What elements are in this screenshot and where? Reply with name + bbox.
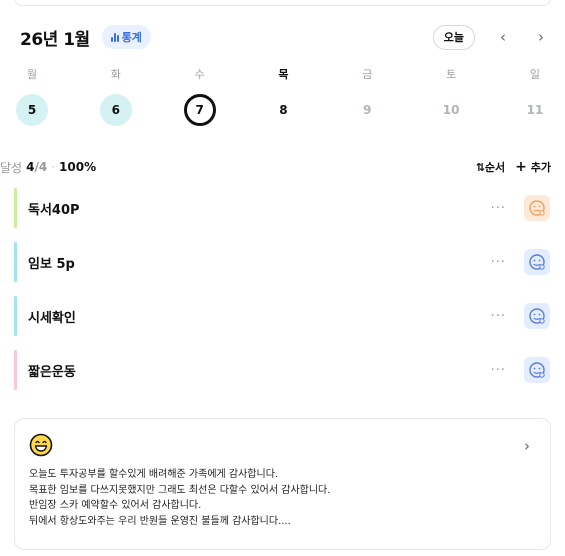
status-face-icon[interactable] <box>524 249 550 275</box>
stats-button[interactable]: 통계 <box>101 25 151 49</box>
task-list: 독서40P ··· 임보 5p ··· 시세확인 ··· 짧은운동 ··· <box>14 188 551 404</box>
separator-dot: · <box>51 160 56 174</box>
weekday-label: 화 <box>110 68 121 81</box>
sort-button[interactable]: ⇅순서 <box>476 159 505 175</box>
stats-label: 통계 <box>121 31 142 44</box>
diary-line: 반임장 스카 예약할수 있어서 감사합니다. <box>29 500 202 511</box>
weekday-label: 금 <box>362 68 373 81</box>
today-button[interactable]: 오늘 <box>432 24 475 50</box>
calendar-header: 26년 1월 통계 오늘 ‹ › <box>20 24 551 50</box>
date-row: 5 6 7 8 9 10 11 <box>12 93 555 127</box>
achievement-total: /4 <box>34 160 48 174</box>
task-color-bar <box>14 296 17 336</box>
task-name: 임보 5p <box>28 256 75 272</box>
diary-text: 오늘도 투자공부를 할수있게 배려해준 가족에게 감사합니다. 목표한 임보를 … <box>29 467 536 529</box>
more-icon[interactable]: ··· <box>491 201 506 216</box>
weekday-label: 일 <box>529 68 541 81</box>
add-button[interactable]: + 추가 <box>515 159 551 175</box>
weekday-row: 월 화 수 목 금 토 일 <box>12 66 555 82</box>
achievement-percent: 100% <box>59 160 97 174</box>
status-face-icon[interactable] <box>524 303 550 329</box>
date-cell-selected[interactable]: 7 <box>183 94 216 126</box>
diary-line: 오늘도 투자공부를 할수있게 배려해준 가족에게 감사합니다. <box>29 469 279 480</box>
task-item[interactable]: 시세확인 ··· <box>14 296 551 336</box>
achievement-done: 4 <box>26 160 35 174</box>
sort-icon: ⇅ <box>475 161 485 174</box>
sort-label: 순서 <box>484 161 506 174</box>
status-face-icon[interactable] <box>524 195 550 221</box>
chevron-right-icon[interactable]: › <box>531 28 551 46</box>
weekday-label: 수 <box>194 68 205 81</box>
task-item[interactable]: 짧은운동 ··· <box>14 350 551 390</box>
date-cell[interactable]: 10 <box>435 94 467 126</box>
more-icon[interactable]: ··· <box>491 255 506 270</box>
date-cell[interactable]: 9 <box>351 94 383 126</box>
date-cell[interactable]: 5 <box>16 94 48 126</box>
date-cell[interactable]: 11 <box>519 94 551 126</box>
task-name: 시세확인 <box>28 310 76 326</box>
task-name: 짧은운동 <box>28 364 76 380</box>
weekday-label: 월 <box>26 68 38 81</box>
add-label: 추가 <box>530 161 551 174</box>
month-title: 26년 1월 <box>20 29 90 50</box>
task-color-bar <box>14 188 17 228</box>
plus-icon: + <box>515 159 527 175</box>
more-icon[interactable]: ··· <box>491 363 506 378</box>
status-face-icon[interactable] <box>524 357 550 383</box>
date-cell[interactable]: 6 <box>99 94 132 126</box>
weekday-label: 토 <box>446 68 457 81</box>
diary-line: 목표한 임보를 다쓰지못했지만 그래도 최선은 다할수 있어서 감사합니다. <box>29 484 331 496</box>
task-name: 독서40P <box>28 202 80 218</box>
task-item[interactable]: 임보 5p ··· <box>14 242 551 282</box>
achievement-summary: 달성 4 /4 · 100% ⇅순서 + 추가 <box>0 158 551 176</box>
more-icon[interactable]: ··· <box>491 309 506 324</box>
date-cell[interactable]: 8 <box>267 94 299 126</box>
bar-chart-icon <box>110 32 119 42</box>
task-item[interactable]: 독서40P ··· <box>14 188 551 228</box>
task-color-bar <box>14 350 17 390</box>
grinning-face-icon <box>29 433 53 461</box>
gratitude-diary-card[interactable]: › 오늘도 투자공부를 할수있게 배려해준 가족에게 감사합니다. 목표한 임보… <box>14 418 551 550</box>
diary-line: 뒤에서 항상도와주는 우리 반원들 운영진 불들께 감사합니다.... <box>29 515 291 527</box>
top-card-edge <box>14 0 551 6</box>
task-color-bar <box>14 242 17 282</box>
chevron-left-icon[interactable]: ‹ <box>493 28 513 46</box>
chevron-right-icon[interactable]: › <box>524 437 530 455</box>
achievement-label: 달성 <box>0 160 23 175</box>
weekday-label: 목 <box>278 68 289 81</box>
